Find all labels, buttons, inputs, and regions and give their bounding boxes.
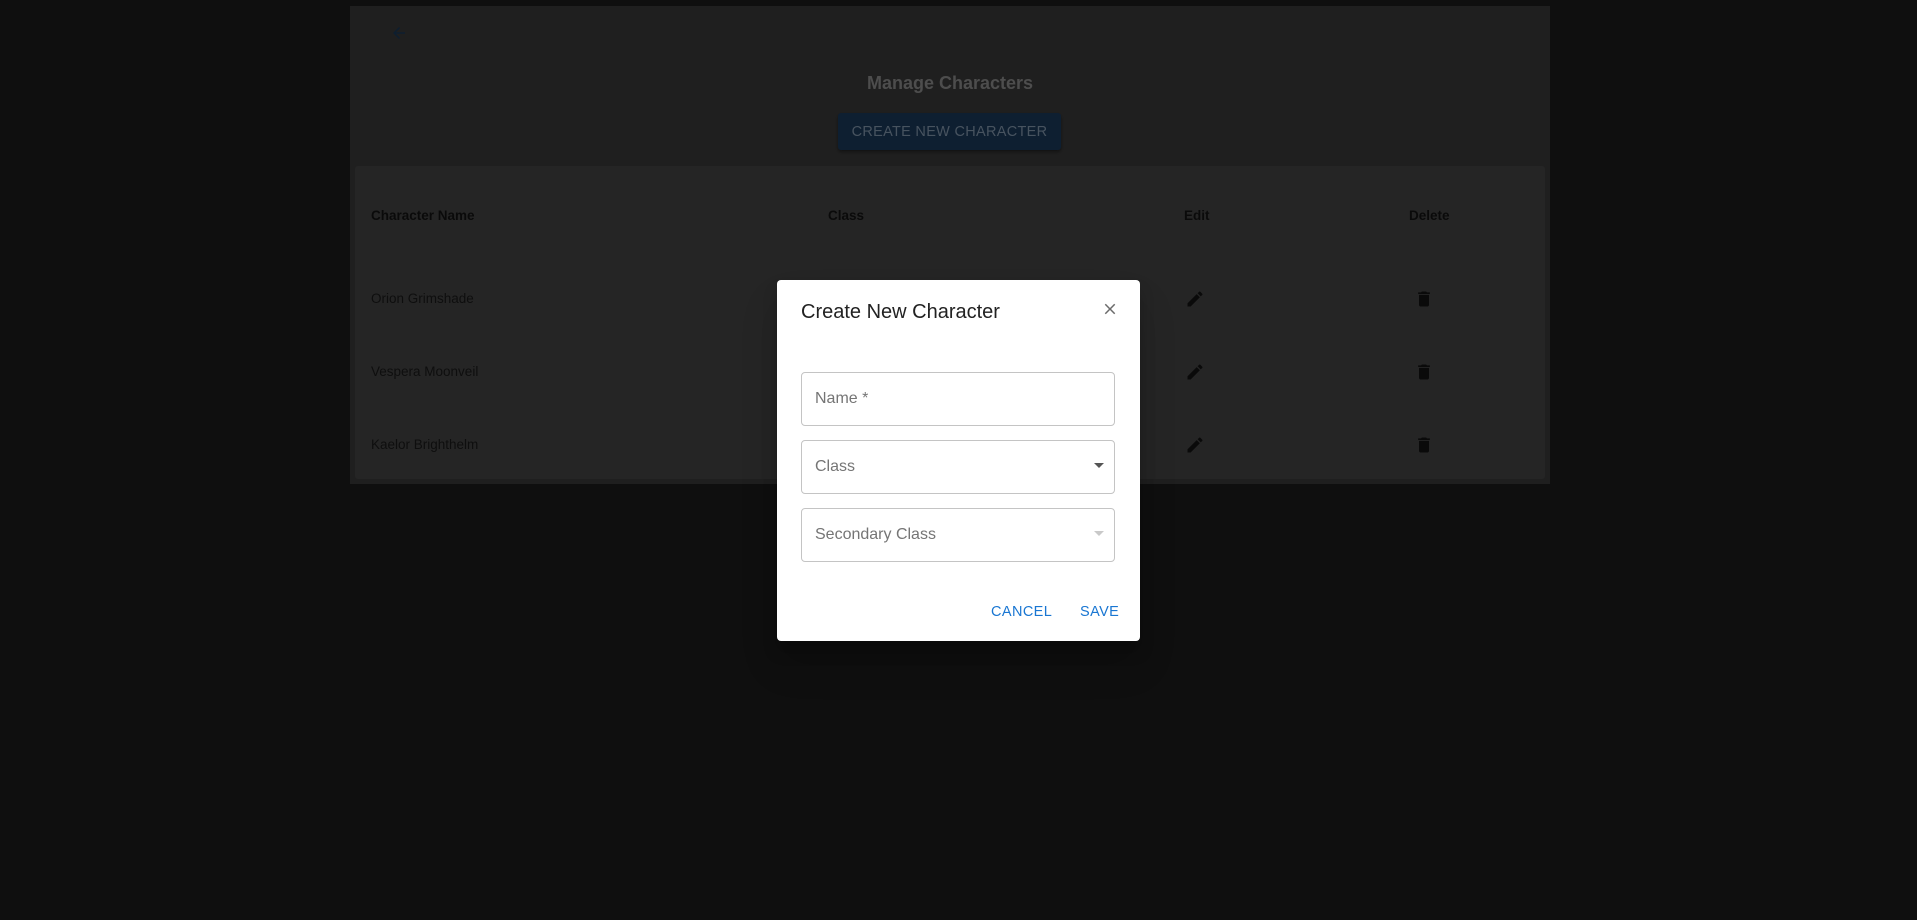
secondary-class-select[interactable]: Secondary Class (801, 508, 1115, 562)
save-button[interactable]: SAVE (1080, 604, 1119, 620)
create-character-dialog: Create New Character Name * Class Second… (777, 280, 1140, 641)
class-select-label: Class (815, 458, 856, 475)
chevron-down-icon (1094, 463, 1104, 468)
close-button[interactable] (1098, 297, 1122, 321)
name-field-label: Name * (815, 390, 869, 407)
cancel-button[interactable]: CANCEL (991, 604, 1052, 620)
name-field[interactable]: Name * (801, 372, 1115, 426)
close-icon (1104, 303, 1116, 315)
class-select[interactable]: Class (801, 440, 1115, 494)
secondary-class-select-label: Secondary Class (815, 526, 936, 543)
chevron-down-icon (1094, 531, 1104, 536)
dialog-title: Create New Character (801, 301, 1000, 323)
